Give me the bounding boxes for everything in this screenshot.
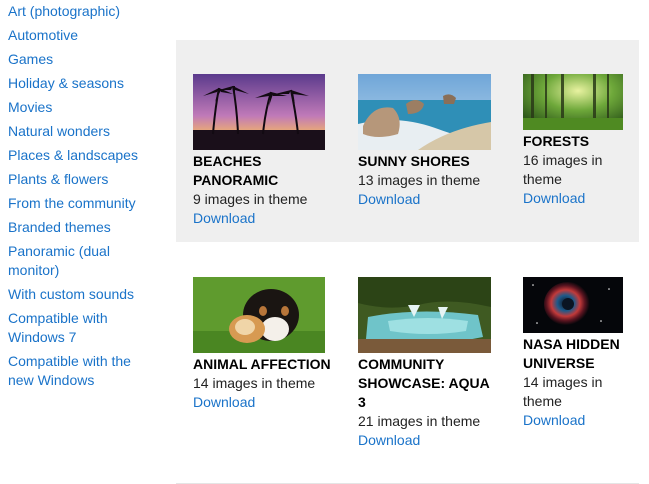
download-link[interactable]: Download [523,189,633,208]
sidebar-item-holiday-seasons[interactable]: Holiday & seasons [8,74,158,93]
sidebar-item-new-windows[interactable]: Compatible with the new Windows [8,352,158,390]
sidebar-item-custom-sounds[interactable]: With custom sounds [8,285,158,304]
download-link[interactable]: Download [358,431,498,450]
theme-image-count: 16 images in theme [523,152,603,187]
theme-image-count: 14 images in theme [193,375,316,391]
theme-thumbnail[interactable] [523,74,633,130]
theme-card: NASA HIDDEN UNIVERSE 14 images in theme … [523,277,633,430]
sidebar-item-panoramic[interactable]: Panoramic (dual monitor) [8,242,158,280]
download-link[interactable]: Download [193,209,333,228]
theme-title: COMMUNITY SHOWCASE: AQUA 3 [358,356,490,410]
theme-title: ANIMAL AFFECTION [193,356,331,372]
theme-card: COMMUNITY SHOWCASE: AQUA 3 21 images in … [358,277,498,450]
sidebar-item-plants-flowers[interactable]: Plants & flowers [8,170,158,189]
category-sidebar: Art (photographic) Automotive Games Holi… [8,0,158,395]
download-link[interactable]: Download [358,190,498,209]
download-link[interactable]: Download [523,411,633,430]
theme-thumbnail[interactable] [358,74,498,150]
sidebar-item-games[interactable]: Games [8,50,158,69]
sidebar-item-art-photographic[interactable]: Art (photographic) [8,2,158,21]
theme-image-count: 13 images in theme [358,172,481,188]
theme-card: FORESTS 16 images in theme Download [523,74,633,208]
theme-thumbnail[interactable] [193,277,333,353]
theme-image-count: 21 images in theme [358,413,481,429]
sidebar-item-windows-7[interactable]: Compatible with Windows 7 [8,309,158,347]
sidebar-item-from-the-community[interactable]: From the community [8,194,158,213]
theme-thumbnail[interactable] [523,277,633,333]
theme-thumbnail[interactable] [193,74,333,150]
sidebar-item-automotive[interactable]: Automotive [8,26,158,45]
download-link[interactable]: Download [193,393,333,412]
sidebar-item-movies[interactable]: Movies [8,98,158,117]
sidebar-item-natural-wonders[interactable]: Natural wonders [8,122,158,141]
theme-card: SUNNY SHORES 13 images in theme Download [358,74,498,209]
theme-title: NASA HIDDEN UNIVERSE [523,336,620,371]
theme-card: ANIMAL AFFECTION 14 images in theme Down… [193,277,333,412]
theme-title: BEACHES PANORAMIC [193,153,279,188]
theme-thumbnail[interactable] [358,277,498,353]
sidebar-item-places-landscapes[interactable]: Places & landscapes [8,146,158,165]
sidebar-item-branded-themes[interactable]: Branded themes [8,218,158,237]
theme-image-count: 9 images in theme [193,191,308,207]
theme-title: SUNNY SHORES [358,153,470,169]
theme-image-count: 14 images in theme [523,374,603,409]
theme-title: FORESTS [523,133,590,149]
theme-card: BEACHES PANORAMIC 9 images in theme Down… [193,74,333,228]
